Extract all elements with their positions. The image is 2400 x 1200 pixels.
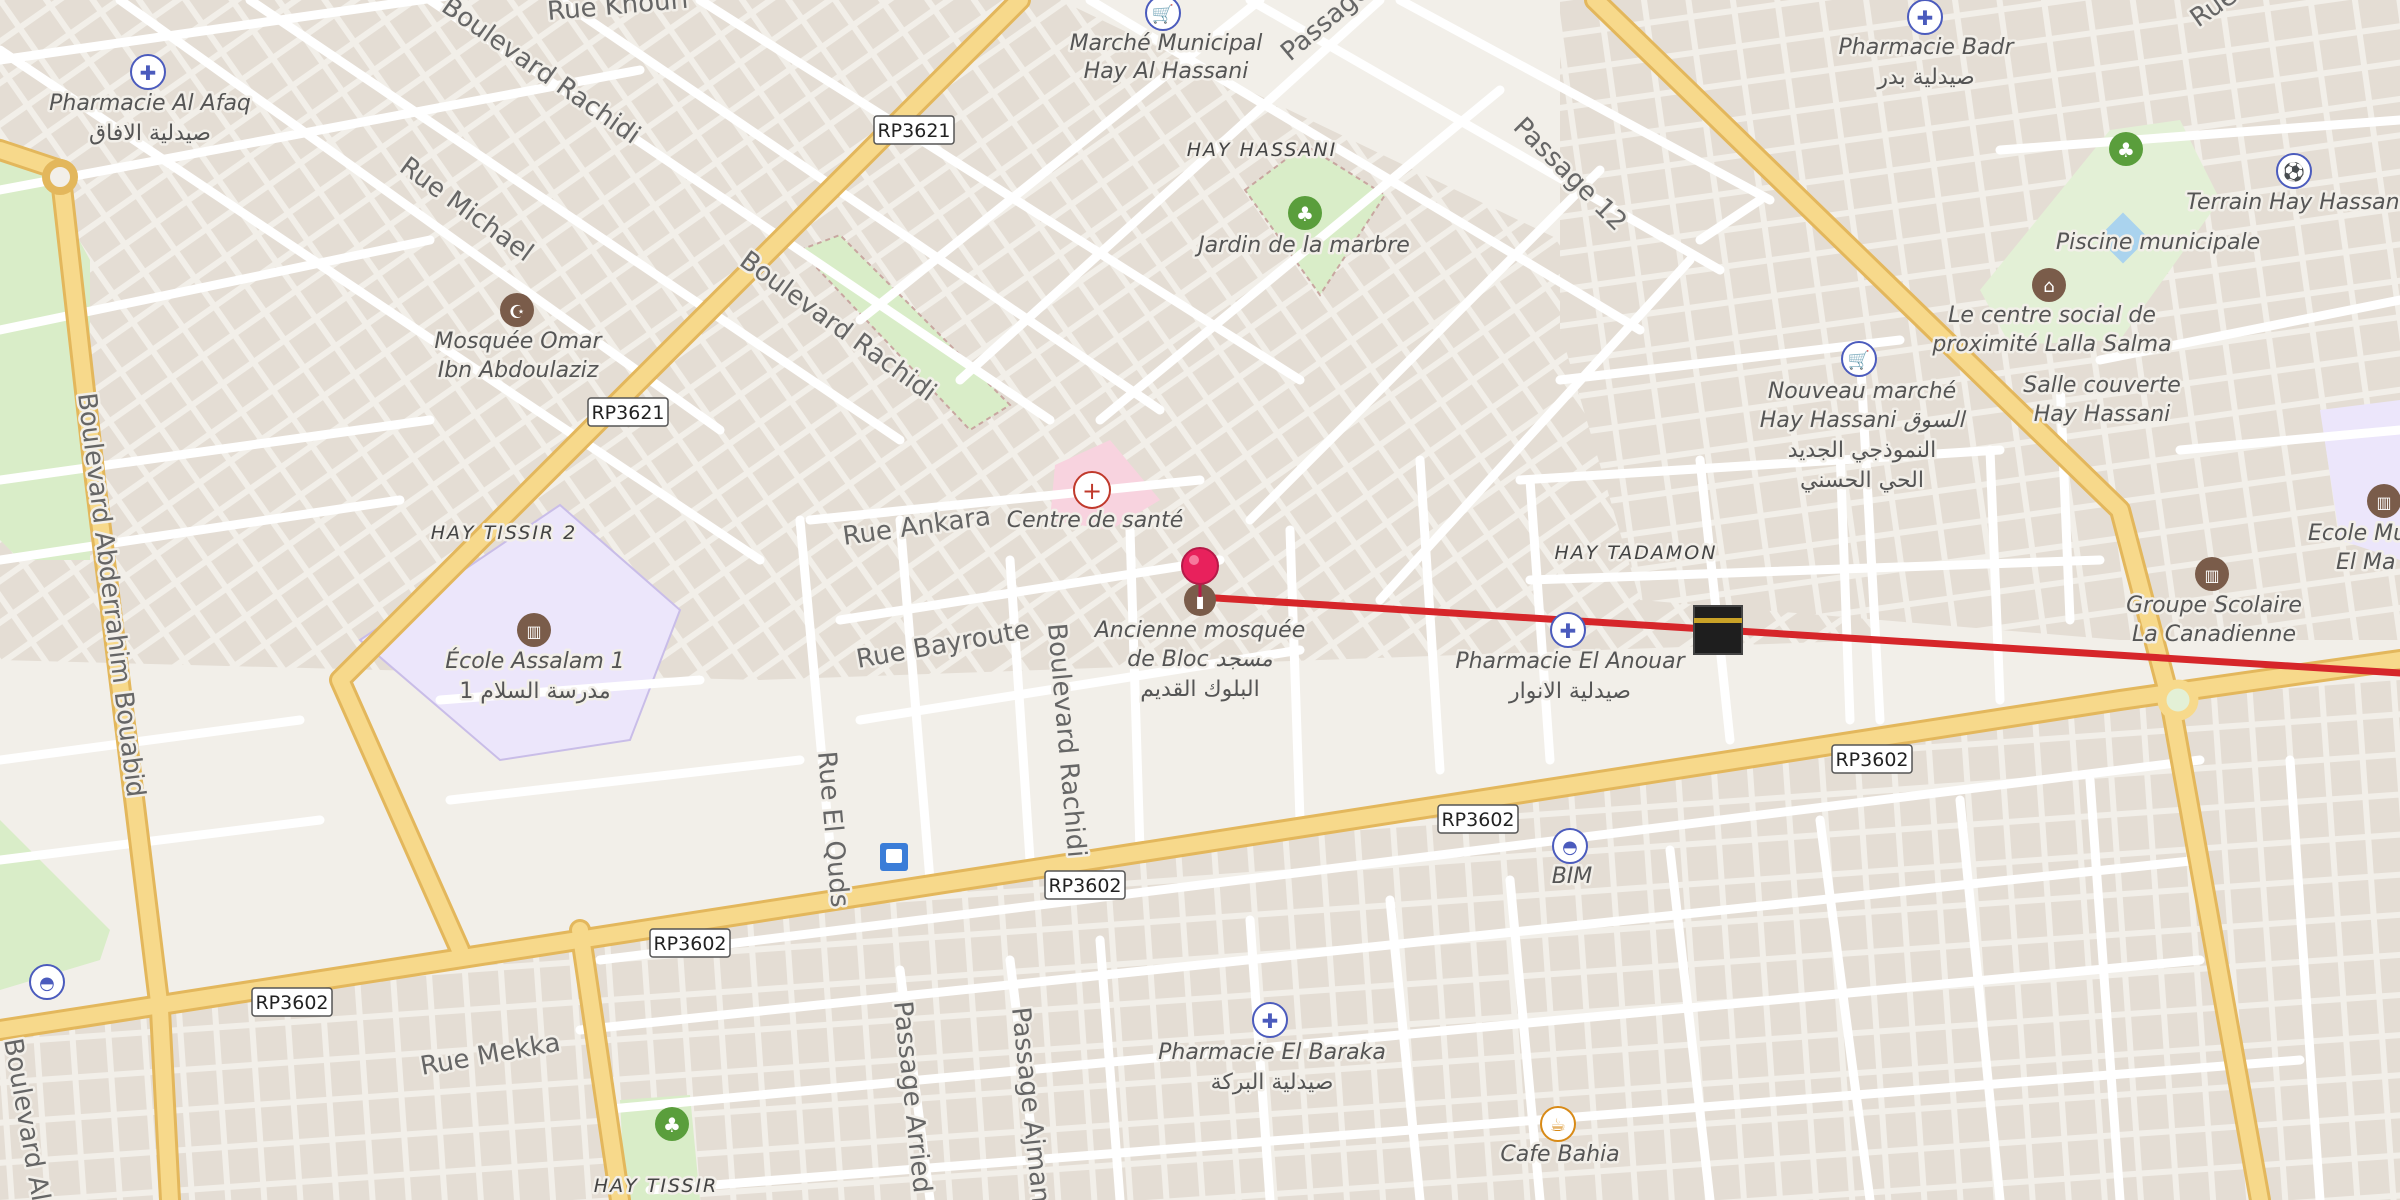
sports-icon-glyph: ⚽ xyxy=(2282,161,2305,183)
bus-glyph xyxy=(886,849,902,863)
poi-label-ar: صيدلية البركة xyxy=(1211,1070,1334,1095)
school-icon-glyph: ▥ xyxy=(2204,566,2219,585)
pharmacy-icon-glyph: ✚ xyxy=(1560,619,1577,643)
bus-stop[interactable] xyxy=(880,843,908,871)
poi-label: Nouveau marché xyxy=(1768,379,1956,404)
shield-text: RP3602 xyxy=(1048,875,1121,897)
road-shield-rp3602-mid: RP3602 xyxy=(1044,870,1126,900)
road-shield-rp3621-north: RP3621 xyxy=(873,115,955,145)
poi-label-line2: Hay Hassani xyxy=(2034,402,2171,427)
school-icon-glyph: ▥ xyxy=(2376,493,2391,512)
poi-label: Pharmacie El Baraka xyxy=(1158,1040,1386,1065)
poi-park-southwest[interactable]: ♣ xyxy=(655,1107,689,1141)
poi-label-line2: Hay Al Hassani xyxy=(1084,59,1249,84)
district-label-hay-tadamon: HAY TADAMON xyxy=(1555,542,1718,564)
poi-label: Pharmacie El Anouar xyxy=(1455,649,1686,674)
pharmacy-icon-glyph: ✚ xyxy=(140,61,157,85)
cafe-icon-glyph: ☕ xyxy=(1550,1115,1566,1136)
poi-label-ar: مدرسة السلام 1 xyxy=(459,679,610,704)
poi-label: Pharmacie Badr xyxy=(1839,35,2016,60)
poi-label: Le centre social de xyxy=(1948,303,2156,328)
poi-label-line3: النموذجي الجديد xyxy=(1788,438,1937,463)
poi-label: Piscine municipale xyxy=(2056,230,2260,255)
poi-label: Ecole Mu xyxy=(2308,521,2400,546)
poi-label-ar: صيدلية الافاق xyxy=(89,121,211,146)
route-destination[interactable] xyxy=(1693,605,1743,655)
market-icon-glyph: 🛒 xyxy=(1848,349,1870,371)
shop-icon-glyph: ◓ xyxy=(1562,837,1578,858)
shield-text: RP3602 xyxy=(1441,809,1514,831)
poi-label: Salle couverte xyxy=(2023,373,2180,398)
poi-label: Groupe Scolaire xyxy=(2126,593,2302,618)
shop-icon-glyph: ◓ xyxy=(39,973,55,994)
poi-label-line2: El Ma xyxy=(2336,550,2395,575)
road-shield-rp3621-south: RP3621 xyxy=(587,397,669,427)
poi-park-east[interactable]: ♣ xyxy=(2109,132,2143,166)
shield-text: RP3602 xyxy=(1835,749,1908,771)
district-label-hay-tissir-2: HAY TISSIR 2 xyxy=(431,522,578,544)
poi-label-line2: Ibn Abdoulaziz xyxy=(438,358,599,383)
poi-label-line2: La Canadienne xyxy=(2132,622,2296,647)
poi-label-line4: الحي الحسني xyxy=(1800,468,1924,493)
tree-glyph: ♣ xyxy=(1296,202,1314,226)
community-icon-glyph: ⌂ xyxy=(2043,276,2054,297)
poi-label-ar: صيدلية بدر xyxy=(1876,65,1974,90)
road-shield-rp3602-east: RP3602 xyxy=(1831,744,1913,774)
shield-text: RP3602 xyxy=(255,992,328,1014)
pin-highlight xyxy=(1189,555,1199,565)
district-label-hay-tissir: HAY TISSIR xyxy=(594,1175,718,1197)
road-shield-rp3602-center: RP3602 xyxy=(1437,804,1519,834)
poi-label: BIM xyxy=(1552,864,1593,889)
school-icon-glyph: ▥ xyxy=(526,622,541,641)
pharmacy-icon-glyph: ✚ xyxy=(1262,1009,1279,1033)
kaaba-band xyxy=(1694,618,1742,623)
poi-label: Terrain Hay Hassani xyxy=(2186,190,2400,215)
poi-label-line2: Hay Hassani السوق xyxy=(1760,408,1967,433)
location-pin-icon xyxy=(1181,547,1219,585)
road-shield-rp3602-west: RP3602 xyxy=(649,928,731,958)
health-icon-glyph: + xyxy=(1082,477,1102,505)
poi-label-line2: de Bloc مسجد xyxy=(1127,647,1273,672)
shield-text: RP3621 xyxy=(591,402,664,424)
tree-glyph: ♣ xyxy=(2117,138,2135,162)
shield-text: RP3621 xyxy=(877,120,950,142)
poi-label: Ancienne mosquée xyxy=(1093,618,1305,643)
poi-label: Cafe Bahia xyxy=(1500,1142,1619,1167)
poi-shop-west[interactable]: ◓ xyxy=(29,964,65,1000)
district-label-hay-hassani: HAY HASSANI xyxy=(1187,139,1337,161)
tree-glyph: ♣ xyxy=(663,1113,681,1137)
poi-label: École Assalam 1 xyxy=(445,648,625,674)
poi-label: Marché Municipal xyxy=(1070,31,1263,56)
poi-label: Centre de santé xyxy=(1007,508,1184,533)
pharmacy-icon-glyph: ✚ xyxy=(1917,6,1934,30)
road-shield-rp3602-far-west: RP3602 xyxy=(251,987,333,1017)
kaaba-icon xyxy=(1693,605,1743,655)
shield-text: RP3602 xyxy=(653,933,726,955)
poi-label: Jardin de la marbre xyxy=(1194,233,1410,258)
poi-label-line2: proximité Lalla Salma xyxy=(1931,332,2171,357)
poi-label-line3: البلوك القديم xyxy=(1140,677,1260,702)
market-icon-glyph: 🛒 xyxy=(1152,3,1174,25)
mosque-icon-glyph: ☪ xyxy=(509,302,525,323)
poi-piscine-municipale[interactable]: Piscine municipale xyxy=(2053,228,2262,258)
map-canvas[interactable]: HAY HASSANI HAY TISSIR 2 HAY TADAMON HAY… xyxy=(0,0,2400,1200)
poi-label: Pharmacie Al Afaq xyxy=(49,91,251,116)
poi-label-ar: صيدلية الانوار xyxy=(1508,679,1631,704)
poi-label: Mosquée Omar xyxy=(434,329,603,354)
